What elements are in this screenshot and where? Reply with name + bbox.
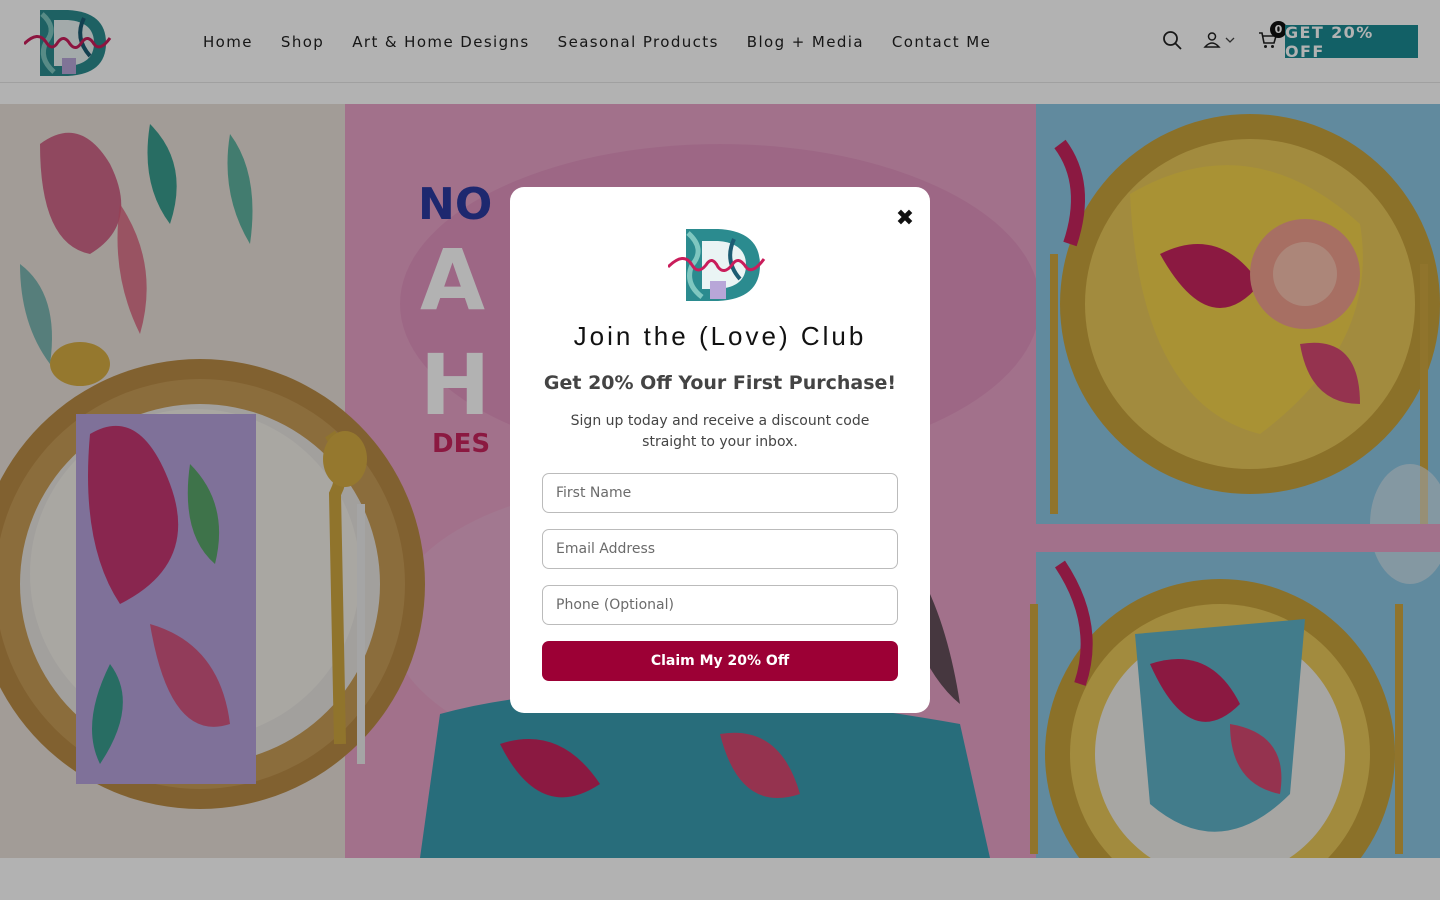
modal-subtitle: Get 20% Off Your First Purchase! <box>543 372 897 394</box>
close-icon[interactable]: ✖ <box>893 207 917 231</box>
claim-discount-button[interactable]: Claim My 20% Off <box>542 641 898 681</box>
modal-brand-logo <box>668 229 766 301</box>
modal-description: Sign up today and receive a discount cod… <box>570 413 870 450</box>
email-field[interactable] <box>542 529 898 569</box>
signup-modal: ✖ Join the (Love) Club Get 20% Off Your … <box>510 187 930 713</box>
first-name-field[interactable] <box>542 473 898 513</box>
modal-title: Join the (Love) Club <box>573 321 867 351</box>
phone-field[interactable] <box>542 585 898 625</box>
